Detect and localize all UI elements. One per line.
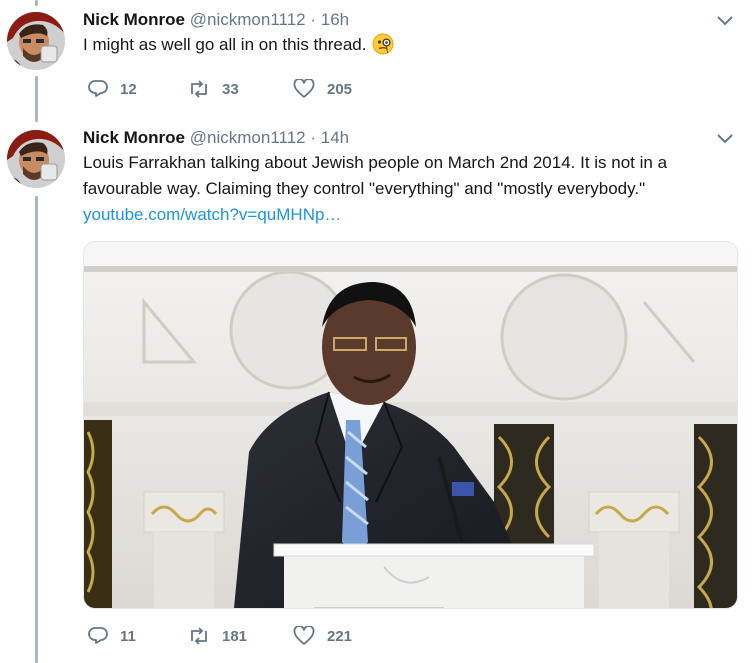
monocle-face-emoji-icon [372, 33, 394, 63]
avatar[interactable] [7, 12, 65, 70]
retweet-icon [188, 626, 210, 646]
more-options-chevron-icon[interactable] [716, 14, 734, 28]
heart-icon [293, 79, 315, 99]
tweet-header: Nick Monroe @nickmon1112 · 14h [83, 128, 349, 148]
user-handle[interactable]: @nickmon1112 [190, 10, 306, 29]
separator-dot: · [310, 128, 317, 147]
timestamp[interactable]: 14h [321, 128, 349, 147]
retweet-count: 33 [222, 80, 239, 98]
display-name[interactable]: Nick Monroe [83, 128, 185, 147]
video-thumbnail[interactable] [83, 241, 738, 609]
reply-count: 12 [120, 80, 137, 98]
tweet-text-line-1: Louis Farrakhan talking about Jewish peo… [83, 153, 668, 172]
retweet-button[interactable]: 33 [188, 78, 239, 100]
reply-button[interactable]: 12 [88, 78, 137, 100]
user-handle[interactable]: @nickmon1112 [190, 128, 306, 147]
youtube-link[interactable]: youtube.com/watch?v=quMHNp… [83, 202, 341, 228]
like-count: 221 [327, 627, 353, 645]
tweet-header: Nick Monroe @nickmon1112 · 16h [83, 10, 349, 30]
retweet-button[interactable]: 181 [188, 625, 247, 647]
display-name[interactable]: Nick Monroe [83, 10, 185, 29]
tweet-text-content: I might as well go all in on this thread… [83, 35, 367, 54]
avatar[interactable] [7, 130, 65, 188]
reply-icon [88, 626, 108, 646]
reply-count: 11 [120, 627, 136, 645]
thread-line-connector [35, 76, 38, 122]
retweet-count: 181 [222, 627, 248, 645]
separator-dot: · [310, 10, 317, 29]
video-thumbnail-image [84, 242, 737, 608]
timestamp[interactable]: 16h [321, 10, 349, 29]
more-options-chevron-icon[interactable] [716, 132, 734, 146]
reply-button[interactable]: 11 [88, 625, 136, 647]
reply-icon [88, 79, 108, 99]
thread-line-bottom [35, 196, 38, 663]
retweet-icon [188, 79, 210, 99]
like-button[interactable]: 205 [293, 78, 352, 100]
heart-icon [293, 626, 315, 646]
like-count: 205 [327, 80, 353, 98]
tweet-text: I might as well go all in on this thread… [83, 32, 394, 63]
tweet-text-line-2: favourable way. Claiming they control "e… [83, 179, 646, 198]
thread-line-top [35, 0, 38, 6]
like-button[interactable]: 221 [293, 625, 352, 647]
